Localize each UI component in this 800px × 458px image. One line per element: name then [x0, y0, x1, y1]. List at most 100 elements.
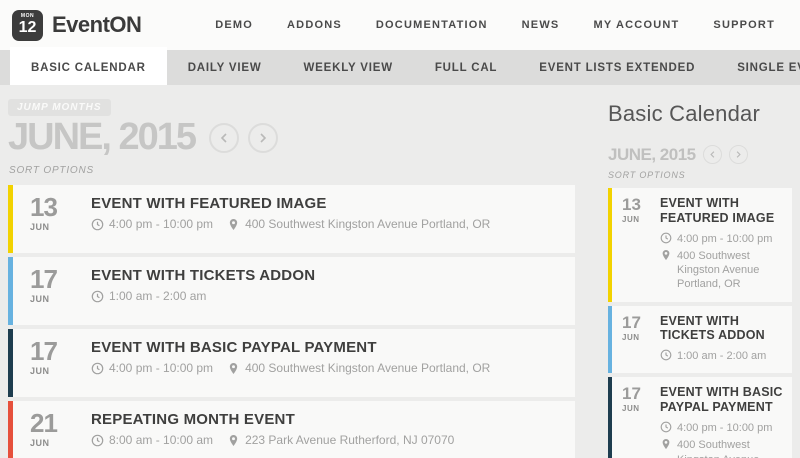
location-pin-icon	[229, 362, 238, 374]
location-pin-icon	[662, 439, 670, 450]
event-location-text: 400 Southwest Kingston Avenue Portland, …	[677, 249, 760, 291]
eventon-calendar-icon: MON 12	[12, 9, 43, 41]
event-meta: 1:00 am - 2:00 am	[660, 349, 786, 363]
nav-item-news[interactable]: NEWS	[522, 19, 560, 31]
event-day: 17	[622, 384, 641, 404]
sidebar-month-header: JUNE, 2015	[608, 145, 792, 164]
event-time-text: 1:00 am - 2:00 am	[677, 350, 767, 363]
nav-item-addons[interactable]: ADDONS	[287, 19, 342, 31]
event-info: EVENT WITH FEATURED IMAGE 4:00 pm - 10:0…	[652, 196, 786, 292]
nav-item-my-account[interactable]: MY ACCOUNT	[593, 19, 679, 31]
event-info: EVENT WITH TICKETS ADDON 1:00 am - 2:00 …	[70, 266, 315, 325]
tab-daily-view[interactable]: DAILY VIEW	[167, 50, 283, 85]
event-title: EVENT WITH BASIC PAYPAL PAYMENT	[660, 385, 783, 415]
event-row[interactable]: 17 JUN EVENT WITH BASIC PAYPAL PAYMENT 4…	[8, 328, 575, 397]
nav-item-demo[interactable]: DEMO	[215, 19, 253, 31]
nav-item-documentation[interactable]: DOCUMENTATION	[376, 19, 488, 31]
sidebar-sort-options-button[interactable]: SORT OPTIONS	[608, 170, 792, 180]
nav-item-support[interactable]: SUPPORT	[713, 19, 775, 31]
event-location: 400 Southwest Kingston Avenue Portland, …	[227, 217, 490, 233]
event-time-text: 1:00 am - 2:00 am	[109, 288, 207, 303]
jump-months-button[interactable]: JUMP MONTHS	[8, 99, 111, 116]
clock-icon	[91, 434, 104, 447]
chevron-right-icon	[736, 151, 741, 158]
event-title: EVENT WITH TICKETS ADDON	[91, 266, 316, 284]
sort-options-button[interactable]: SORT OPTIONS	[9, 165, 575, 176]
tab-event-lists-extended[interactable]: EVENT LISTS EXTENDED	[518, 50, 716, 85]
event-row[interactable]: 17 JUN EVENT WITH TICKETS ADDON 1:00 am …	[608, 305, 792, 374]
event-time-text: 4:00 pm - 10:00 pm	[109, 216, 214, 231]
event-date: 17 JUN	[612, 314, 652, 364]
event-list: 13 JUN EVENT WITH FEATURED IMAGE 4:00 pm…	[8, 184, 575, 458]
event-title: EVENT WITH FEATURED IMAGE	[91, 194, 327, 212]
event-time: 4:00 pm - 10:00 pm	[660, 232, 772, 246]
view-tabs: BASIC CALENDAR DAILY VIEW WEEKLY VIEW FU…	[0, 47, 800, 85]
tab-basic-calendar[interactable]: BASIC CALENDAR	[10, 47, 167, 85]
event-location-text: 400 Southwest Kingston Avenue Portland, …	[677, 439, 759, 458]
event-time-text: 4:00 pm - 10:00 pm	[677, 421, 773, 434]
event-day: 17	[622, 312, 641, 332]
sidebar-next-month-button[interactable]	[728, 145, 748, 164]
event-meta: 8:00 am - 10:00 am 223 Park Avenue Ruthe…	[91, 433, 454, 449]
event-time: 4:00 pm - 10:00 pm	[660, 421, 772, 435]
clock-icon	[91, 218, 104, 231]
event-title: EVENT WITH TICKETS ADDON	[660, 313, 765, 343]
event-info: EVENT WITH BASIC PAYPAL PAYMENT 4:00 pm …	[70, 338, 490, 397]
event-row[interactable]: 13 JUN EVENT WITH FEATURED IMAGE 4:00 pm…	[608, 188, 792, 302]
event-month: JUN	[622, 404, 640, 414]
sidebar-prev-month-button[interactable]	[702, 145, 722, 164]
event-info: EVENT WITH BASIC PAYPAL PAYMENT 4:00 pm …	[652, 385, 786, 458]
event-day: 13	[30, 191, 58, 222]
event-location: 400 Southwest Kingston Avenue Portland, …	[660, 249, 786, 292]
event-info: EVENT WITH FEATURED IMAGE 4:00 pm - 10:0…	[70, 194, 490, 253]
clock-icon	[660, 349, 672, 361]
prev-month-button[interactable]	[209, 122, 240, 153]
event-date: 13 JUN	[612, 196, 652, 292]
event-date: 17 JUN	[13, 266, 70, 325]
sidebar: Basic Calendar JUNE, 2015 SORT OPTIONS 1…	[608, 97, 792, 458]
event-time-text: 4:00 pm - 10:00 pm	[677, 232, 773, 245]
event-meta: 4:00 pm - 10:00 pm 400 Southwest Kingsto…	[91, 217, 490, 233]
event-month: JUN	[622, 215, 640, 224]
event-date: 13 JUN	[13, 194, 70, 253]
event-meta: 4:00 pm - 10:00 pm 400 Southwest Kingsto…	[660, 421, 786, 458]
event-meta: 1:00 am - 2:00 am	[91, 289, 315, 305]
tab-single-event-view[interactable]: SINGLE EVENT VIEW	[716, 50, 800, 85]
tab-full-cal[interactable]: FULL CAL	[414, 50, 518, 85]
event-location-text: 400 Southwest Kingston Avenue Portland, …	[245, 216, 491, 231]
event-row[interactable]: 13 JUN EVENT WITH FEATURED IMAGE 4:00 pm…	[8, 184, 575, 253]
logo[interactable]: MON 12 EventON	[12, 9, 142, 41]
event-title: REPEATING MONTH EVENT	[91, 410, 295, 428]
clock-icon	[91, 290, 104, 303]
event-time: 4:00 pm - 10:00 pm	[91, 361, 213, 377]
event-month: JUN	[30, 293, 50, 304]
event-meta: 4:00 pm - 10:00 pm 400 Southwest Kingsto…	[660, 232, 786, 292]
event-month: JUN	[30, 221, 50, 232]
location-pin-icon	[229, 218, 238, 230]
chevron-left-icon	[709, 151, 714, 158]
event-row[interactable]: 17 JUN EVENT WITH TICKETS ADDON 1:00 am …	[8, 256, 575, 325]
event-row[interactable]: 21 JUN REPEATING MONTH EVENT 8:00 am - 1…	[8, 400, 575, 458]
page-title: Basic Calendar	[608, 101, 760, 126]
event-info: REPEATING MONTH EVENT 8:00 am - 10:00 am…	[70, 410, 454, 458]
month-header: JUNE, 2015	[8, 116, 575, 158]
tab-weekly-view[interactable]: WEEKLY VIEW	[283, 50, 414, 85]
clock-icon	[660, 421, 672, 433]
event-day: 21	[30, 407, 58, 438]
chevron-right-icon	[260, 133, 267, 143]
event-row[interactable]: 17 JUN EVENT WITH BASIC PAYPAL PAYMENT 4…	[608, 377, 792, 458]
event-time: 1:00 am - 2:00 am	[91, 289, 206, 305]
event-date: 17 JUN	[13, 338, 70, 397]
chevron-left-icon	[220, 133, 227, 143]
clock-icon	[91, 362, 104, 375]
month-title: JUNE, 2015	[8, 116, 197, 158]
next-month-button[interactable]	[248, 122, 279, 153]
event-date: 17 JUN	[612, 385, 652, 458]
event-day: 17	[30, 335, 58, 366]
brand-name: EventON	[52, 12, 142, 37]
event-time: 1:00 am - 2:00 am	[660, 349, 766, 363]
event-time: 4:00 pm - 10:00 pm	[91, 217, 213, 233]
sidebar-event-list: 13 JUN EVENT WITH FEATURED IMAGE 4:00 pm…	[608, 188, 792, 458]
event-title: EVENT WITH FEATURED IMAGE	[660, 196, 775, 225]
logo-day: 12	[18, 19, 37, 36]
